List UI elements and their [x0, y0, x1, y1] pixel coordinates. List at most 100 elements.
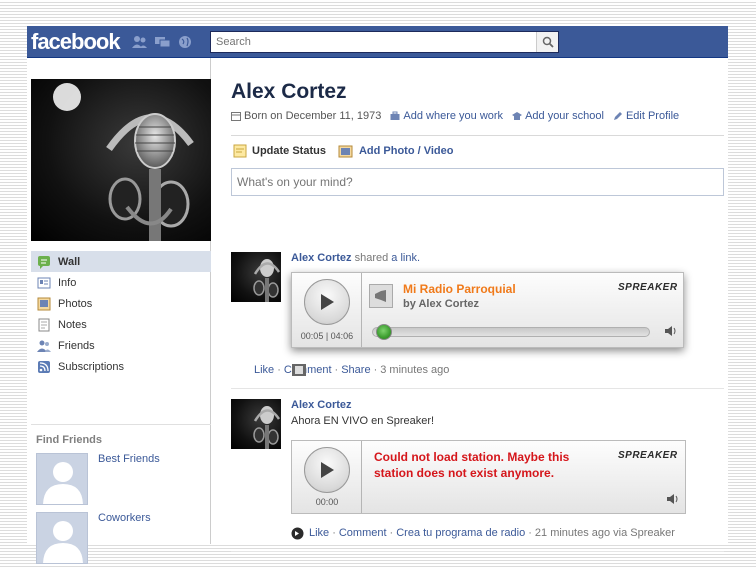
search-box	[210, 31, 559, 53]
friends-icon	[37, 340, 51, 352]
birthday-text: Born on December 11, 1973	[244, 110, 382, 122]
composer-tabs: Update Status Add Photo / Video	[233, 144, 453, 158]
search-input[interactable]	[211, 32, 531, 52]
photos-icon	[37, 297, 51, 310]
default-avatar-icon	[43, 521, 83, 563]
tab-update-status[interactable]: Update Status	[233, 144, 326, 158]
player-time: 00:00	[315, 497, 339, 507]
sidebar-item-friends[interactable]: Friends	[31, 335, 211, 356]
post-body: Alex Cortez Ahora EN VIVO en Spreaker!	[291, 399, 721, 427]
microphone-image	[53, 83, 194, 241]
notifications-globe-icon[interactable]	[177, 35, 194, 49]
progress-knob[interactable]	[376, 324, 393, 340]
profile-nav: Wall Info Photos Notes Friends Subscript…	[31, 251, 211, 377]
sidebar-item-label: Subscriptions	[58, 360, 125, 373]
play-icon	[321, 294, 334, 310]
post-author-link[interactable]: Alex Cortez	[291, 399, 721, 411]
play-button[interactable]	[304, 279, 350, 325]
sidebar-item-notes[interactable]: Notes	[31, 314, 211, 335]
sidebar-item-label: Notes	[58, 318, 87, 331]
volume-icon[interactable]	[664, 324, 678, 338]
edit-profile-link[interactable]: Edit Profile	[626, 110, 679, 122]
sidebar-item-label: Friends	[58, 339, 95, 352]
tab-add-photo-video[interactable]: Add Photo / Video	[338, 144, 454, 158]
notification-jewels	[131, 35, 194, 49]
spreaker-app-icon	[291, 527, 304, 540]
comment-link[interactable]: Comment	[339, 527, 387, 539]
profile-name[interactable]: Alex Cortez	[231, 80, 347, 104]
friend-list-coworkers[interactable]: Coworkers	[36, 512, 216, 564]
notes-icon	[38, 318, 50, 331]
messages-icon[interactable]	[154, 35, 171, 49]
sidebar-item-info[interactable]: Info	[31, 272, 211, 293]
facebook-page: facebook Search Wall Info Photos Notes F…	[27, 26, 728, 564]
create-radio-show-link[interactable]: Crea tu programa de radio	[396, 527, 525, 539]
top-bar: facebook	[27, 26, 728, 58]
player-controls: 00:00	[292, 441, 362, 513]
divider	[231, 135, 724, 136]
sidebar-item-label: Photos	[58, 297, 93, 310]
post-actions: Like · Comment · Share · 3 minutes ago	[254, 364, 450, 376]
sidebar-item-subscriptions[interactable]: Subscriptions	[31, 356, 211, 377]
progress-bar[interactable]	[372, 327, 650, 337]
play-icon	[321, 462, 334, 478]
friend-requests-icon[interactable]	[131, 35, 148, 49]
avatar	[36, 512, 88, 564]
post-timestamp[interactable]: 3 minutes ago	[380, 364, 449, 376]
spreaker-player: 00:05 | 04:06 Mi Radio Parroquial by Ale…	[291, 272, 684, 348]
add-school-link[interactable]: Add your school	[525, 110, 604, 122]
shared-link[interactable]: a link.	[391, 252, 420, 264]
info-icon	[37, 277, 51, 288]
spreaker-logo[interactable]: SPREAKER	[618, 450, 678, 461]
post-author-avatar[interactable]	[231, 399, 281, 449]
search-icon	[542, 36, 554, 48]
post-author-link[interactable]: Alex Cortez	[291, 252, 352, 264]
briefcase-icon	[390, 111, 400, 120]
wall-icon	[38, 255, 50, 269]
school-icon	[512, 112, 523, 120]
player-time: 00:05 | 04:06	[300, 331, 354, 341]
station-title-link[interactable]: Mi Radio Parroquial	[403, 282, 516, 296]
status-note-icon	[233, 144, 247, 158]
volume-icon[interactable]	[666, 492, 680, 506]
sidebar-item-label: Info	[58, 276, 77, 289]
friend-list-label[interactable]: Best Friends	[98, 453, 160, 465]
divider	[31, 424, 211, 425]
sidebar-item-wall[interactable]: Wall	[31, 251, 211, 272]
pencil-icon	[613, 112, 622, 120]
divider	[231, 388, 724, 389]
tab-label: Update Status	[252, 145, 326, 157]
friend-list-label[interactable]: Coworkers	[98, 512, 151, 524]
subscriptions-icon	[38, 360, 50, 373]
profile-info-line: Born on December 11, 1973 Add where you …	[231, 110, 679, 122]
play-button[interactable]	[304, 447, 350, 493]
spreaker-logo[interactable]: SPREAKER	[618, 282, 678, 293]
microphone-thumbnail	[253, 259, 281, 302]
sidebar-item-label: Wall	[58, 255, 81, 268]
divider	[231, 551, 724, 552]
player-error-message: Could not load station. Maybe this stati…	[374, 450, 570, 480]
sidebar-item-photos[interactable]: Photos	[31, 293, 211, 314]
like-link[interactable]: Like	[309, 527, 329, 539]
friend-list-best-friends[interactable]: Best Friends	[36, 453, 216, 505]
post-timestamp: 21 minutes ago via Spreaker	[534, 527, 675, 539]
find-friends-title: Find Friends	[36, 434, 102, 446]
facebook-logo[interactable]: facebook	[31, 29, 121, 55]
station-author: by Alex Cortez	[403, 298, 480, 310]
spreaker-player: 00:00 Could not load station. Maybe this…	[291, 440, 686, 514]
status-composer	[231, 168, 724, 196]
photo-video-icon	[338, 145, 353, 158]
profile-picture[interactable]	[31, 79, 211, 241]
share-link[interactable]: Share	[341, 364, 370, 376]
tab-label: Add Photo / Video	[358, 145, 454, 157]
post-author-avatar[interactable]	[231, 252, 281, 302]
left-column: Wall Info Photos Notes Friends Subscript…	[27, 58, 211, 564]
status-input[interactable]	[232, 169, 723, 195]
post-message: Ahora EN VIVO en Spreaker!	[291, 415, 435, 427]
like-link[interactable]: Like	[254, 364, 274, 376]
default-avatar-icon	[43, 462, 83, 504]
player-controls: 00:05 | 04:06	[292, 273, 362, 347]
search-button[interactable]	[536, 32, 558, 52]
add-work-link[interactable]: Add where you work	[403, 110, 503, 122]
microphone-thumbnail	[253, 406, 281, 449]
